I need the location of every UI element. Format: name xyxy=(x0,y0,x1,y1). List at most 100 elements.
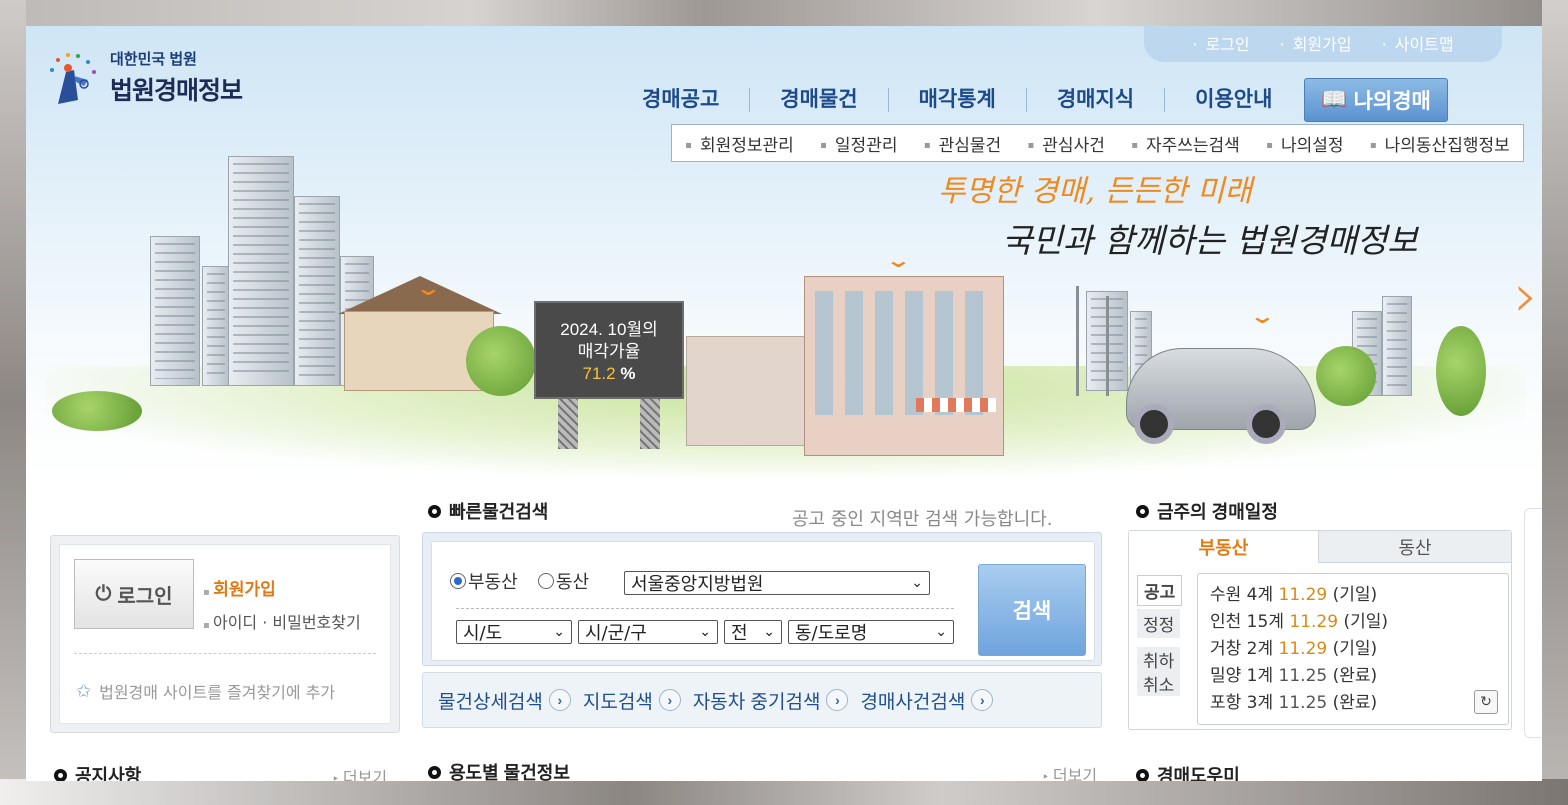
apartment-tower xyxy=(228,156,294,386)
power-icon: ⏻ xyxy=(95,582,112,605)
logo-title: 법원경매정보 xyxy=(110,77,243,105)
subnav-my-settings[interactable]: 나의설정 xyxy=(1266,131,1344,156)
add-favorite-link[interactable]: ✩ 법원경매 사이트를 즐겨찾기에 추가 xyxy=(76,679,335,703)
schedule-list: 수원 4계 11.29 (기일) 인천 15계 11.29 (기일) 거창 2계… xyxy=(1197,573,1509,725)
chevron-right-icon: › xyxy=(548,689,571,711)
nav-auction-knowledge[interactable]: 경매지식 xyxy=(1027,88,1166,112)
court-select[interactable]: 서울중앙지방법원 ⌄ xyxy=(624,571,930,595)
schedule-place: 포항 3계 xyxy=(1210,693,1274,713)
background-frame-bottom xyxy=(0,779,1568,805)
schedule-date: 11.25 xyxy=(1278,666,1328,686)
schedule-status: (기일) xyxy=(1343,612,1388,632)
quick-search-note: 공고 중인 지역만 검색 가능합니다. xyxy=(792,509,1053,530)
login-link[interactable]: 로그인 xyxy=(1192,31,1249,55)
chevron-down-icon: ⌄ xyxy=(935,624,947,640)
slogan-line-1: 투명한 경매, 든든한 미래 xyxy=(938,174,1253,209)
bullet-icon xyxy=(1136,504,1149,518)
shop-awning xyxy=(916,398,996,412)
chevron-right-icon: › xyxy=(658,689,681,711)
schedule-status: (완료) xyxy=(1332,666,1378,686)
apartment-tower xyxy=(294,196,340,386)
sale-rate-billboard[interactable]: 2024. 10월의 매각가율 71.2 % xyxy=(534,301,684,399)
schedule-place: 수원 4계 xyxy=(1210,585,1274,605)
street-lamp xyxy=(1076,286,1079,396)
divider xyxy=(74,653,376,654)
behind-label-cancel[interactable]: 취소 xyxy=(1137,671,1181,696)
court-auction-page: 2024. 10월의 매각가율 71.2 % ⌄ ⌄ ⌄ 투명한 경매, 든든한… xyxy=(26,26,1542,781)
chevron-right-icon: › xyxy=(826,689,849,711)
star-icon: ✩ xyxy=(76,680,92,702)
subnav-frequent-search[interactable]: 자주쓰는검색 xyxy=(1131,131,1240,156)
behind-label-correction[interactable]: 정정 xyxy=(1137,609,1181,638)
subnav-interest-items[interactable]: 관심물건 xyxy=(924,131,1002,156)
schedule-place: 인천 15계 xyxy=(1210,612,1284,632)
schedule-title: 금주의 경매일정 xyxy=(1157,502,1278,522)
list-item[interactable]: 밀양 1계 11.25 (완료) xyxy=(1210,663,1496,690)
subnav-member-info[interactable]: 회원정보관리 xyxy=(685,131,794,156)
detail-search-link[interactable]: 물건상세검색 › xyxy=(438,687,571,714)
nav-usage-guide[interactable]: 이용안내 xyxy=(1165,88,1302,112)
behind-label-notice[interactable]: 공고 xyxy=(1137,575,1183,606)
schedule-place: 밀양 1계 xyxy=(1210,666,1274,686)
court-emblem-icon xyxy=(50,52,96,104)
refresh-icon[interactable]: ↻ xyxy=(1474,690,1498,714)
chevron-down-icon: ⌄ xyxy=(911,575,923,591)
banner-next-arrow-icon[interactable]: › xyxy=(1514,261,1538,331)
vehicle-search-link[interactable]: 자동차 중기검색 › xyxy=(693,687,849,714)
sitemap-link[interactable]: 사이트맵 xyxy=(1382,31,1454,55)
list-item[interactable]: 인천 15계 11.29 (기일) xyxy=(1210,609,1496,636)
subnav-movable-execution[interactable]: 나의동산집행정보 xyxy=(1370,131,1510,156)
behind-label-withdraw[interactable]: 취하 xyxy=(1137,647,1181,672)
billboard-month: 2024. 10월의 xyxy=(560,320,658,339)
map-search-link[interactable]: 지도검색 › xyxy=(583,687,681,714)
list-item[interactable]: 포항 3계 11.25 (완료) xyxy=(1210,690,1496,717)
sido-select-value: 시/도 xyxy=(463,623,503,644)
jeon-select[interactable]: 전 ⌄ xyxy=(724,620,782,644)
nav-auction-items[interactable]: 경매물건 xyxy=(750,88,889,112)
book-icon: 📖 xyxy=(1321,88,1348,111)
chevron-down-icon: ⌄ xyxy=(699,624,711,640)
sido-select[interactable]: 시/도 ⌄ xyxy=(456,620,572,644)
subnav-interest-cases[interactable]: 관심사건 xyxy=(1028,131,1105,156)
jeon-select-value: 전 xyxy=(731,623,748,644)
billboard-rate: 71.2 xyxy=(582,364,616,383)
login-button[interactable]: ⏻ 로그인 xyxy=(74,559,194,629)
case-search-link[interactable]: 경매사건검색 › xyxy=(860,687,994,714)
tree xyxy=(52,391,142,431)
usage-more-link[interactable]: 더보기 xyxy=(1042,762,1097,781)
subnav-schedule[interactable]: 일정관리 xyxy=(820,131,898,156)
site-logo[interactable]: 대한민국 법원 법원경매정보 xyxy=(44,48,243,107)
search-button[interactable]: 검색 xyxy=(978,564,1086,656)
list-item[interactable]: 거창 2계 11.29 (기일) xyxy=(1210,636,1496,663)
radio-real-estate-label: 부동산 xyxy=(468,572,518,593)
signup-link[interactable]: 회원가입 xyxy=(1280,31,1352,55)
quick-search-box: 부동산 동산 서울중앙지방법원 ⌄ 시/도 ⌄ 시/군/구 ⌄ 전 ⌄ 동/도로… xyxy=(422,532,1102,666)
quick-search-inner: 부동산 동산 서울중앙지방법원 ⌄ 시/도 ⌄ 시/군/구 ⌄ 전 ⌄ 동/도로… xyxy=(431,541,1095,661)
sigungu-select[interactable]: 시/군/구 ⌄ xyxy=(578,620,718,644)
schedule-status: (기일) xyxy=(1332,639,1378,659)
chevron-right-icon: › xyxy=(971,689,994,711)
schedule-box: 부동산 동산 공고 정정 취하 취소 수원 4계 11.29 (기일) 인천 1… xyxy=(1128,530,1512,730)
tree xyxy=(466,326,536,396)
schedule-date: 11.25 xyxy=(1278,693,1328,713)
find-id-password-link[interactable]: 아이디 · 비밀번호찾기 xyxy=(203,608,361,641)
nav-my-auction[interactable]: 📖 나의경매 xyxy=(1304,78,1448,122)
radio-real-estate[interactable]: 부동산 xyxy=(450,568,518,594)
quick-search-title: 빠른물건검색 xyxy=(449,502,549,522)
nav-auction-notice[interactable]: 경매공고 xyxy=(612,88,751,112)
dong-select[interactable]: 동/도로명 ⌄ xyxy=(788,620,954,644)
apartment-tower xyxy=(150,236,200,386)
tree xyxy=(1316,346,1376,406)
detail-search-label: 물건상세검색 xyxy=(438,691,543,713)
schedule-heading: 금주의 경매일정 xyxy=(1136,498,1278,524)
nav-sale-statistics[interactable]: 매각통계 xyxy=(889,88,1027,112)
tab-real-estate[interactable]: 부동산 xyxy=(1129,531,1319,563)
quick-search-links: 물건상세검색 › 지도검색 › 자동차 중기검색 › 경매사건검색 › xyxy=(422,672,1102,728)
notice-more-link[interactable]: 더보기 xyxy=(332,764,387,781)
slogan-line-2: 국민과 함께하는 법원경매정보 xyxy=(1002,221,1418,260)
tab-movable[interactable]: 동산 xyxy=(1319,531,1511,563)
signup-link[interactable]: 회원가입 xyxy=(203,575,361,608)
list-item[interactable]: 수원 4계 11.29 (기일) xyxy=(1210,582,1496,609)
radio-movable[interactable]: 동산 xyxy=(538,568,589,594)
bullet-icon xyxy=(1136,768,1149,781)
